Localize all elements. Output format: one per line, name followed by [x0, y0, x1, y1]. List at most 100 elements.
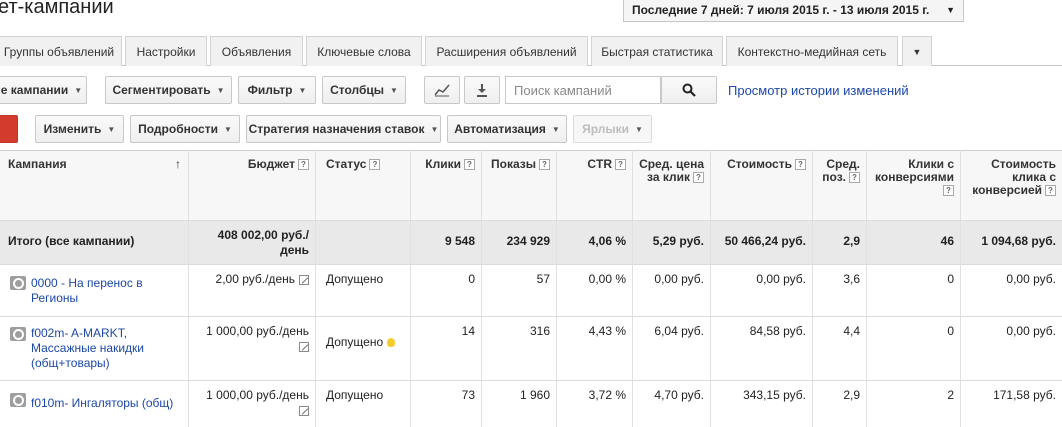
tab-quick-stats[interactable]: Быстрая статистика: [591, 36, 723, 66]
columns-label: Столбцы: [330, 83, 384, 97]
total-impressions: 234 929: [506, 234, 550, 248]
col-header-impressions[interactable]: Показы?: [482, 152, 556, 177]
tab-keywords[interactable]: Ключевые слова: [306, 36, 422, 66]
col-header-label: Клики с конверсиями: [875, 157, 954, 184]
segment-button[interactable]: Сегментировать ▼: [105, 76, 232, 104]
help-icon[interactable]: ?: [849, 172, 860, 184]
chevron-down-icon: ▼: [912, 46, 922, 57]
edit-button[interactable]: Изменить ▼: [35, 115, 124, 143]
chevron-down-icon: ▼: [551, 124, 560, 134]
labels-button[interactable]: Ярлыки ▼: [573, 115, 652, 143]
help-icon[interactable]: ?: [539, 159, 550, 171]
change-history-link[interactable]: Просмотр истории изменений: [728, 83, 909, 98]
help-icon[interactable]: ?: [795, 159, 806, 171]
divider: [0, 316, 1062, 317]
search-button[interactable]: [661, 76, 717, 104]
row-cost-conv-click: 0,00 руб.: [1006, 272, 1056, 286]
tab-ads[interactable]: Объявления: [210, 36, 303, 66]
details-button[interactable]: Подробности ▼: [130, 115, 240, 143]
search-campaign-icon: [10, 327, 26, 341]
filter-button[interactable]: Фильтр ▼: [238, 76, 316, 104]
page-title: ет-кампании: [0, 0, 114, 18]
help-icon[interactable]: ?: [298, 159, 309, 171]
chevron-down-icon: ▼: [390, 85, 398, 95]
campaign-name-link[interactable]: 0000 - На перенос в Регионы: [25, 270, 185, 312]
col-header-avg-pos[interactable]: Сред. поз.?: [813, 152, 866, 190]
edit-icon[interactable]: [299, 274, 309, 285]
chart-toggle-button[interactable]: [424, 76, 460, 104]
campaign-name-link[interactable]: f010m- Ингаляторы (общ): [25, 390, 185, 417]
columns-button[interactable]: Столбцы ▼: [322, 76, 406, 104]
col-header-clicks[interactable]: Клики?: [411, 152, 481, 177]
row-avg-cpc: 4,70 руб.: [654, 388, 704, 402]
col-header-budget[interactable]: Бюджет?: [189, 152, 315, 177]
automation-label: Автоматизация: [454, 122, 546, 136]
lightbulb-icon[interactable]: [387, 338, 396, 348]
row-budget: 1 000,00 руб./день: [189, 382, 315, 424]
col-header-conv-clicks[interactable]: Клики с конверсиями?: [867, 152, 960, 203]
chevron-down-icon: ▼: [946, 4, 955, 15]
edit-label: Изменить: [43, 122, 102, 136]
edit-icon[interactable]: [299, 341, 309, 352]
download-button[interactable]: [464, 76, 500, 104]
tab-label: Ключевые слова: [317, 44, 411, 59]
row-ctr: 4,43 %: [588, 324, 626, 338]
tab-ad-extensions[interactable]: Расширения объявлений: [425, 36, 588, 66]
search-input[interactable]: [505, 76, 661, 104]
campaign-name-link[interactable]: f002m- A-MARKT, Массажные накидки (общ+т…: [25, 320, 185, 377]
row-avg-cpc: 6,04 руб.: [654, 324, 704, 338]
col-header-campaign[interactable]: Кампания ↑: [2, 152, 187, 177]
col-header-avg-cpc[interactable]: Сред. цена за клик?: [633, 152, 710, 190]
bid-strategy-label: Стратегия назначения ставок: [248, 122, 425, 136]
row-budget: 1 000,00 руб./день: [189, 318, 315, 360]
help-icon[interactable]: ?: [369, 159, 381, 171]
chevron-down-icon: ▼: [635, 124, 643, 134]
row-cost: 84,58 руб.: [749, 324, 806, 338]
tab-settings[interactable]: Настройки: [125, 36, 207, 66]
search-campaign-icon: [10, 276, 26, 290]
download-icon: [477, 84, 487, 97]
row-ctr: 3,72 %: [588, 388, 626, 402]
date-range-selector[interactable]: Последние 7 дней: 7 июля 2015 г. - 13 ию…: [623, 0, 964, 22]
row-avg-cpc: 0,00 руб.: [654, 272, 704, 286]
budget-value: 1 000,00 руб./день: [206, 388, 309, 402]
automation-button[interactable]: Автоматизация ▼: [447, 115, 567, 143]
all-campaigns-dropdown[interactable]: е кампании ▼: [0, 76, 87, 104]
total-row-label: Итого (все кампании): [8, 234, 135, 248]
all-campaigns-label: е кампании: [0, 83, 69, 97]
row-budget: 2,00 руб./день: [189, 266, 315, 292]
help-icon[interactable]: ?: [1045, 185, 1056, 197]
help-icon[interactable]: ?: [615, 159, 626, 171]
col-header-cost-conv-click[interactable]: Стоимость клика с конверсией?: [961, 152, 1062, 203]
tab-display-network[interactable]: Контекстно-медийная сеть: [726, 36, 898, 66]
total-ctr: 4,06 %: [588, 234, 626, 248]
chevron-down-icon: ▼: [107, 124, 116, 134]
col-header-ctr[interactable]: CTR?: [557, 152, 632, 177]
line-chart-icon: [434, 84, 450, 97]
row-clicks: 14: [461, 324, 475, 338]
help-icon[interactable]: ?: [464, 159, 475, 171]
budget-value: 2,00 руб./день: [215, 272, 295, 286]
col-header-cost[interactable]: Стоимость?: [711, 152, 812, 177]
add-campaign-button[interactable]: [0, 115, 18, 143]
help-icon[interactable]: ?: [943, 185, 954, 197]
col-header-status[interactable]: Статус?: [316, 152, 410, 177]
help-icon[interactable]: ?: [693, 172, 704, 184]
row-cost-conv-click: 0,00 руб.: [1006, 324, 1056, 338]
bid-strategy-button[interactable]: Стратегия назначения ставок ▼: [246, 115, 441, 143]
divider: [0, 150, 1062, 151]
sort-asc-icon: ↑: [175, 157, 181, 171]
row-clicks: 73: [461, 388, 475, 402]
edit-icon[interactable]: [299, 405, 309, 416]
tabs-more-dropdown[interactable]: ▼: [902, 36, 932, 66]
total-conv-clicks: 46: [940, 234, 954, 248]
total-cost: 50 466,24 руб.: [724, 234, 806, 248]
row-status: Допущено: [316, 329, 410, 355]
total-avg-pos: 2,9: [843, 234, 860, 248]
row-status: Допущено: [326, 272, 384, 286]
tab-ad-groups[interactable]: Группы объявлений: [0, 36, 122, 66]
col-header-label: CTR: [587, 157, 612, 171]
row-avg-pos: 3,6: [843, 272, 860, 286]
segment-label: Сегментировать: [112, 83, 211, 97]
chevron-down-icon: ▼: [74, 85, 83, 95]
